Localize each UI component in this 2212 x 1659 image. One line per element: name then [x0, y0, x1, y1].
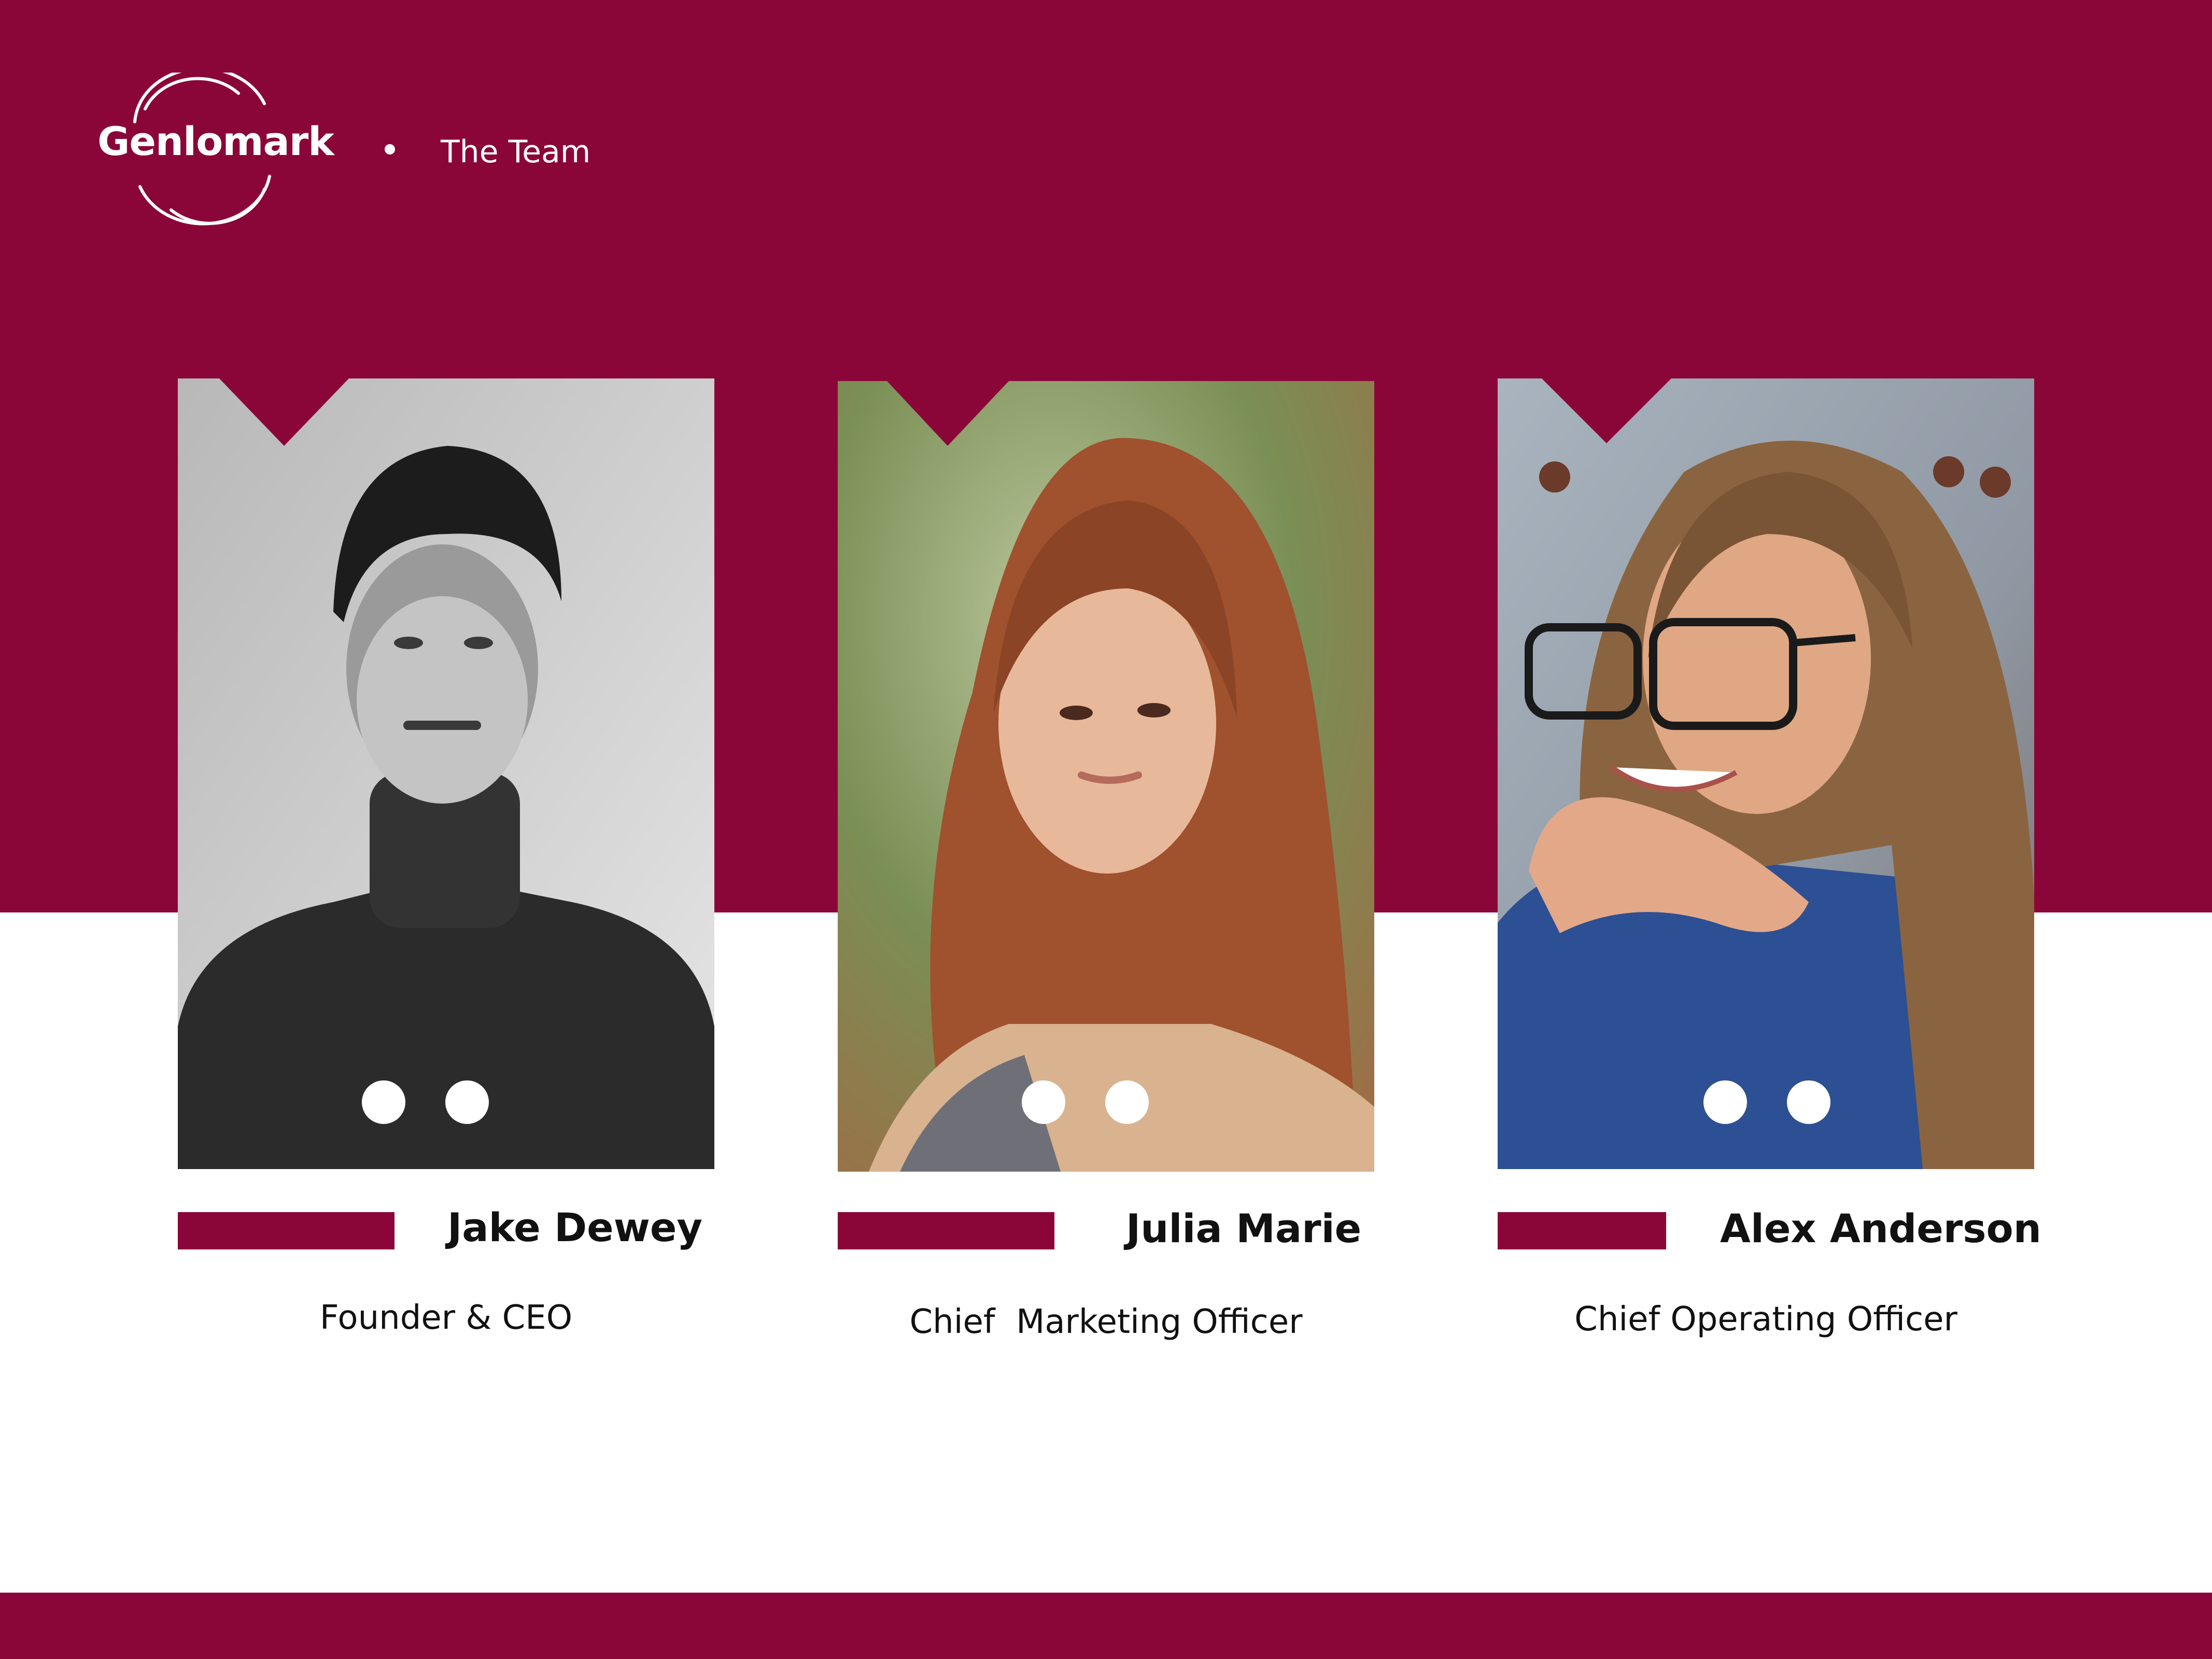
person-role: Chief Operating Officer	[1574, 1300, 1957, 1339]
team-photo-alex	[1498, 378, 2034, 1169]
team-photo-jake	[178, 378, 714, 1169]
section-title: The Team	[441, 134, 591, 170]
photo-dot-right	[445, 1080, 489, 1124]
bottom-brand-band	[0, 1593, 2212, 1659]
header-separator-dot	[385, 144, 395, 154]
person-name: Julia Marie	[1126, 1205, 1362, 1252]
photo-dot-left	[1022, 1080, 1065, 1124]
photo-dot-left	[1703, 1080, 1747, 1124]
person-photo-icon	[178, 378, 714, 1169]
photo-dot-left	[362, 1080, 405, 1124]
name-accent-bar	[178, 1212, 395, 1249]
person-role: Founder & CEO	[319, 1299, 573, 1337]
name-accent-bar	[838, 1212, 1054, 1249]
person-photo-icon	[1498, 378, 2034, 1169]
person-name: Jake Dewey	[447, 1204, 702, 1250]
company-logo: Genlomark	[93, 73, 342, 233]
person-name: Alex Anderson	[1720, 1205, 2041, 1252]
photo-dot-right	[1787, 1080, 1830, 1124]
logo-wordmark: Genlomark	[97, 118, 334, 164]
name-accent-bar	[1498, 1212, 1666, 1249]
person-photo-icon	[838, 381, 1374, 1172]
photo-dot-right	[1105, 1080, 1149, 1124]
person-role: Chief Marketing Officer	[909, 1303, 1303, 1341]
team-photo-julia	[838, 381, 1374, 1172]
